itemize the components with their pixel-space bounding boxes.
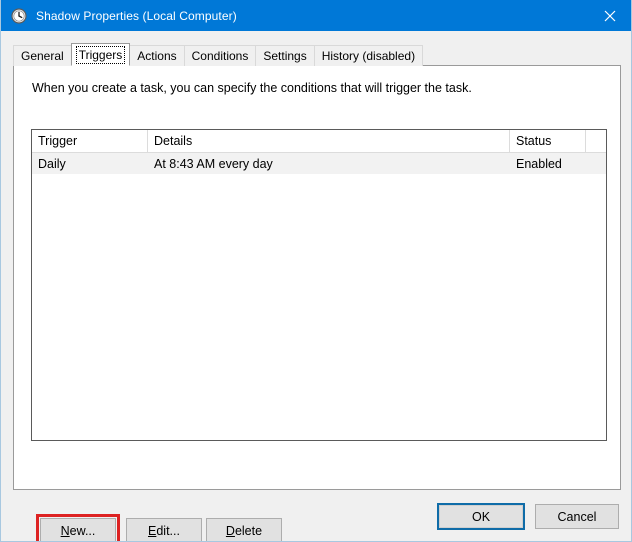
tab-triggers[interactable]: Triggers	[70, 43, 131, 66]
column-header-status[interactable]: Status	[510, 130, 586, 152]
close-icon	[604, 10, 616, 21]
cell-status: Enabled	[516, 156, 562, 171]
window-title: Shadow Properties (Local Computer)	[36, 8, 237, 23]
cell-details: At 8:43 AM every day	[154, 156, 273, 171]
delete-button-accel: D	[225, 523, 235, 538]
column-header-spare	[586, 130, 606, 152]
clock-icon	[11, 7, 27, 24]
tab-strip: General Triggers Actions Conditions Sett…	[13, 43, 424, 66]
ok-button-label: OK	[439, 505, 523, 528]
edit-button-label: dit...	[156, 523, 180, 538]
tab-conditions-label: Conditions	[191, 49, 249, 63]
table-row[interactable]: Daily At 8:43 AM every day Enabled	[32, 153, 606, 174]
triggers-tab-panel: When you create a task, you can specify …	[13, 65, 621, 541]
column-header-trigger[interactable]: Trigger	[32, 130, 148, 152]
tab-general-label: General	[21, 49, 64, 63]
tab-triggers-label: Triggers	[75, 45, 126, 64]
delete-button[interactable]: Delete	[206, 518, 282, 541]
triggers-list-header: Trigger Details Status	[32, 130, 606, 153]
properties-dialog-window: Shadow Properties (Local Computer) Gener…	[0, 0, 632, 542]
tab-conditions[interactable]: Conditions	[183, 45, 257, 66]
tab-history-label: History (disabled)	[321, 49, 416, 63]
tab-actions[interactable]: Actions	[129, 45, 185, 66]
new-button-label: ew...	[69, 523, 96, 538]
edit-button[interactable]: Edit...	[126, 518, 202, 541]
title-bar: Shadow Properties (Local Computer)	[1, 0, 631, 31]
tab-settings-label: Settings	[263, 49, 307, 63]
tab-actions-label: Actions	[137, 49, 177, 63]
cancel-button-label: Cancel	[557, 509, 597, 524]
cell-spare	[586, 153, 606, 174]
triggers-list[interactable]: Trigger Details Status Daily At 8:43 AM …	[31, 129, 607, 441]
tab-history[interactable]: History (disabled)	[313, 45, 424, 66]
tab-settings[interactable]: Settings	[255, 45, 315, 66]
new-button[interactable]: New...	[40, 518, 116, 541]
delete-button-label: elete	[234, 523, 263, 538]
ok-button[interactable]: OK	[437, 503, 525, 530]
panel-description: When you create a task, you can specify …	[32, 81, 472, 95]
tab-general[interactable]: General	[13, 45, 72, 66]
cancel-button[interactable]: Cancel	[535, 504, 619, 529]
close-button[interactable]	[587, 0, 631, 31]
cell-trigger: Daily	[38, 156, 66, 171]
column-header-details[interactable]: Details	[148, 130, 510, 152]
new-button-accel: N	[60, 523, 70, 538]
